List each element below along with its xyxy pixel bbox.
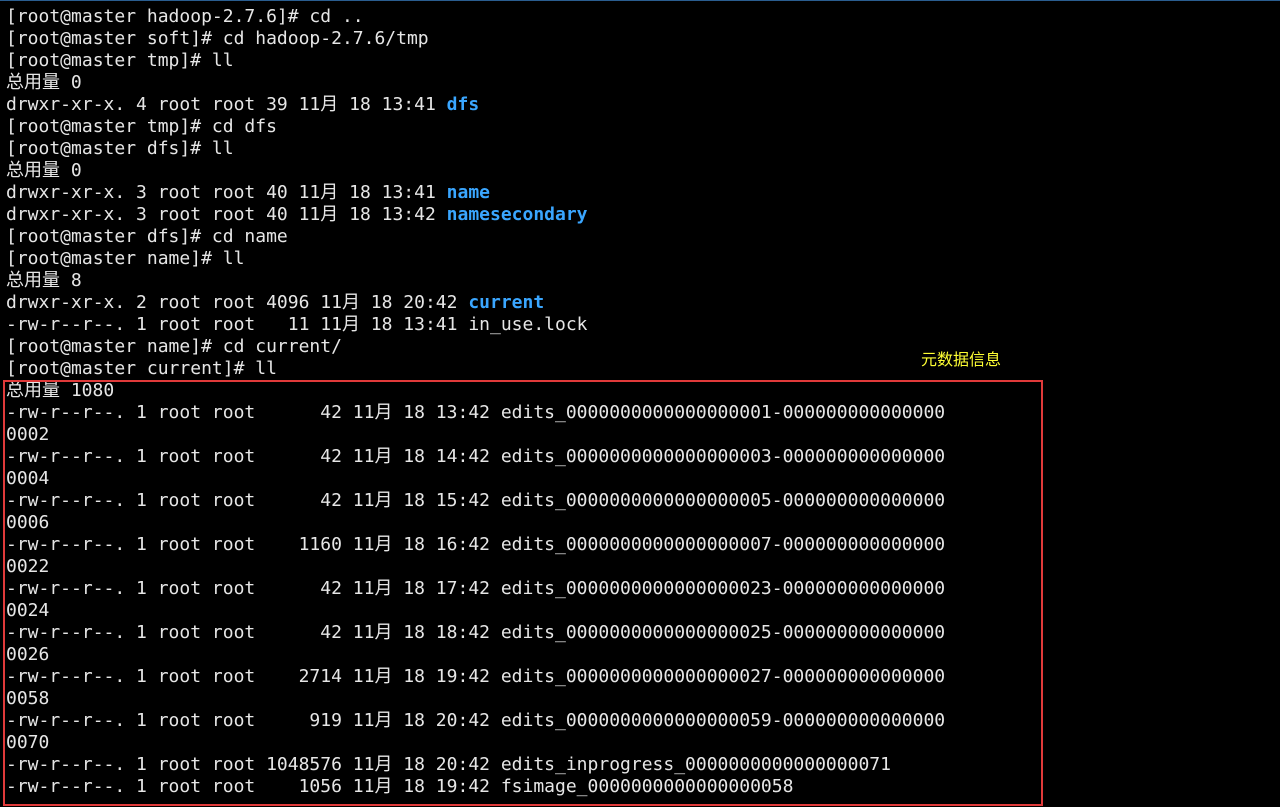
terminal-line: drwxr-xr-x. 2 root root 4096 11月 18 20:4… bbox=[6, 292, 945, 314]
terminal-line-text: drwxr-xr-x. 2 root root 4096 11月 18 20:4… bbox=[6, 292, 469, 313]
terminal-line-text: [root@master name]# cd current/ bbox=[6, 336, 342, 357]
terminal-line: -rw-r--r--. 1 root root 919 11月 18 20:42… bbox=[6, 710, 945, 732]
terminal-line: 总用量 8 bbox=[6, 270, 945, 292]
terminal-line-text: -rw-r--r--. 1 root root 2714 11月 18 19:4… bbox=[6, 666, 946, 687]
terminal-line-text: 总用量 0 bbox=[6, 160, 82, 181]
terminal-line: 0058 bbox=[6, 688, 945, 710]
terminal-line: -rw-r--r--. 1 root root 11 11月 18 13:41 … bbox=[6, 314, 945, 336]
terminal-line: [root@master dfs]# ll bbox=[6, 138, 945, 160]
terminal-line-text: drwxr-xr-x. 4 root root 39 11月 18 13:41 bbox=[6, 94, 447, 115]
terminal-line-text: [root@master hadoop-2.7.6]# cd .. bbox=[6, 6, 364, 27]
terminal-line: [root@master current]# ll bbox=[6, 358, 945, 380]
terminal-line: [root@master name]# cd current/ bbox=[6, 336, 945, 358]
terminal-line-text: [root@master soft]# cd hadoop-2.7.6/tmp bbox=[6, 28, 429, 49]
terminal-line: 0070 bbox=[6, 732, 945, 754]
metadata-annotation-label: 元数据信息 bbox=[921, 350, 1002, 369]
terminal-line-text: 0070 bbox=[6, 732, 50, 753]
terminal-line-text: drwxr-xr-x. 3 root root 40 11月 18 13:42 bbox=[6, 204, 447, 225]
terminal-line-text: [root@master dfs]# cd name bbox=[6, 226, 288, 247]
terminal-line-text: 0022 bbox=[6, 556, 50, 577]
terminal-line-text: 总用量 1080 bbox=[6, 380, 115, 401]
terminal-line-text: 0058 bbox=[6, 688, 50, 709]
terminal-window[interactable]: [root@master hadoop-2.7.6]# cd .. [root@m… bbox=[0, 0, 1280, 807]
terminal-line-text: -rw-r--r--. 1 root root 42 11月 18 18:42 … bbox=[6, 622, 946, 643]
terminal-line: drwxr-xr-x. 3 root root 40 11月 18 13:41 … bbox=[6, 182, 945, 204]
terminal-line-text: 总用量 8 bbox=[6, 270, 82, 291]
terminal-line: [root@master soft]# cd hadoop-2.7.6/tmp bbox=[6, 28, 945, 50]
terminal-line-text: -rw-r--r--. 1 root root 42 11月 18 13:42 … bbox=[6, 402, 946, 423]
terminal-line: -rw-r--r--. 1 root root 42 11月 18 15:42 … bbox=[6, 490, 945, 512]
directory-name: current bbox=[468, 292, 545, 313]
terminal-output: [root@master hadoop-2.7.6]# cd .. [root@m… bbox=[6, 6, 945, 798]
terminal-line: 总用量 0 bbox=[6, 72, 945, 94]
terminal-line: 总用量 0 bbox=[6, 160, 945, 182]
terminal-line-text: 总用量 0 bbox=[6, 72, 82, 93]
terminal-line-text: 0004 bbox=[6, 468, 50, 489]
terminal-line: -rw-r--r--. 1 root root 42 11月 18 13:42 … bbox=[6, 402, 945, 424]
terminal-line: [root@master dfs]# cd name bbox=[6, 226, 945, 248]
terminal-line-text: -rw-r--r--. 1 root root 1056 11月 18 19:4… bbox=[6, 776, 794, 797]
terminal-line: 0026 bbox=[6, 644, 945, 666]
terminal-line-text: drwxr-xr-x. 3 root root 40 11月 18 13:41 bbox=[6, 182, 447, 203]
terminal-line: [root@master tmp]# ll bbox=[6, 50, 945, 72]
terminal-line: 0004 bbox=[6, 468, 945, 490]
terminal-line-text: 0002 bbox=[6, 424, 50, 445]
terminal-line: -rw-r--r--. 1 root root 1056 11月 18 19:4… bbox=[6, 776, 945, 798]
terminal-line-text: 0026 bbox=[6, 644, 50, 665]
terminal-line-text: 0024 bbox=[6, 600, 50, 621]
terminal-line: 总用量 1080 bbox=[6, 380, 945, 402]
terminal-line: -rw-r--r--. 1 root root 42 11月 18 18:42 … bbox=[6, 622, 945, 644]
terminal-line: [root@master name]# ll bbox=[6, 248, 945, 270]
terminal-line-text: -rw-r--r--. 1 root root 42 11月 18 14:42 … bbox=[6, 446, 946, 467]
terminal-line: 0022 bbox=[6, 556, 945, 578]
terminal-line: -rw-r--r--. 1 root root 2714 11月 18 19:4… bbox=[6, 666, 945, 688]
terminal-line: -rw-r--r--. 1 root root 1048576 11月 18 2… bbox=[6, 754, 945, 776]
terminal-line-text: -rw-r--r--. 1 root root 919 11月 18 20:42… bbox=[6, 710, 946, 731]
terminal-line-text: -rw-r--r--. 1 root root 1048576 11月 18 2… bbox=[6, 754, 891, 775]
directory-name: name bbox=[446, 182, 490, 203]
terminal-line-text: [root@master tmp]# cd dfs bbox=[6, 116, 277, 137]
terminal-line: -rw-r--r--. 1 root root 42 11月 18 17:42 … bbox=[6, 578, 945, 600]
terminal-line: -rw-r--r--. 1 root root 1160 11月 18 16:4… bbox=[6, 534, 945, 556]
terminal-line: -rw-r--r--. 1 root root 42 11月 18 14:42 … bbox=[6, 446, 945, 468]
terminal-line-text: 0006 bbox=[6, 512, 50, 533]
terminal-line-text: -rw-r--r--. 1 root root 42 11月 18 15:42 … bbox=[6, 490, 946, 511]
terminal-line: [root@master hadoop-2.7.6]# cd .. bbox=[6, 6, 945, 28]
terminal-line: drwxr-xr-x. 4 root root 39 11月 18 13:41 … bbox=[6, 94, 945, 116]
terminal-line: 0024 bbox=[6, 600, 945, 622]
terminal-line-text: -rw-r--r--. 1 root root 42 11月 18 17:42 … bbox=[6, 578, 946, 599]
terminal-line-text: -rw-r--r--. 1 root root 1160 11月 18 16:4… bbox=[6, 534, 946, 555]
terminal-line-text: [root@master current]# ll bbox=[6, 358, 277, 379]
terminal-line: 0002 bbox=[6, 424, 945, 446]
terminal-line-text: [root@master tmp]# ll bbox=[6, 50, 234, 71]
terminal-line-text: [root@master dfs]# ll bbox=[6, 138, 234, 159]
terminal-line-text: [root@master name]# ll bbox=[6, 248, 245, 269]
terminal-line-text: -rw-r--r--. 1 root root 11 11月 18 13:41 … bbox=[6, 314, 588, 335]
terminal-line: 0006 bbox=[6, 512, 945, 534]
directory-name: dfs bbox=[446, 94, 480, 115]
terminal-line: drwxr-xr-x. 3 root root 40 11月 18 13:42 … bbox=[6, 204, 945, 226]
terminal-line: [root@master tmp]# cd dfs bbox=[6, 116, 945, 138]
directory-name: namesecondary bbox=[446, 204, 588, 225]
